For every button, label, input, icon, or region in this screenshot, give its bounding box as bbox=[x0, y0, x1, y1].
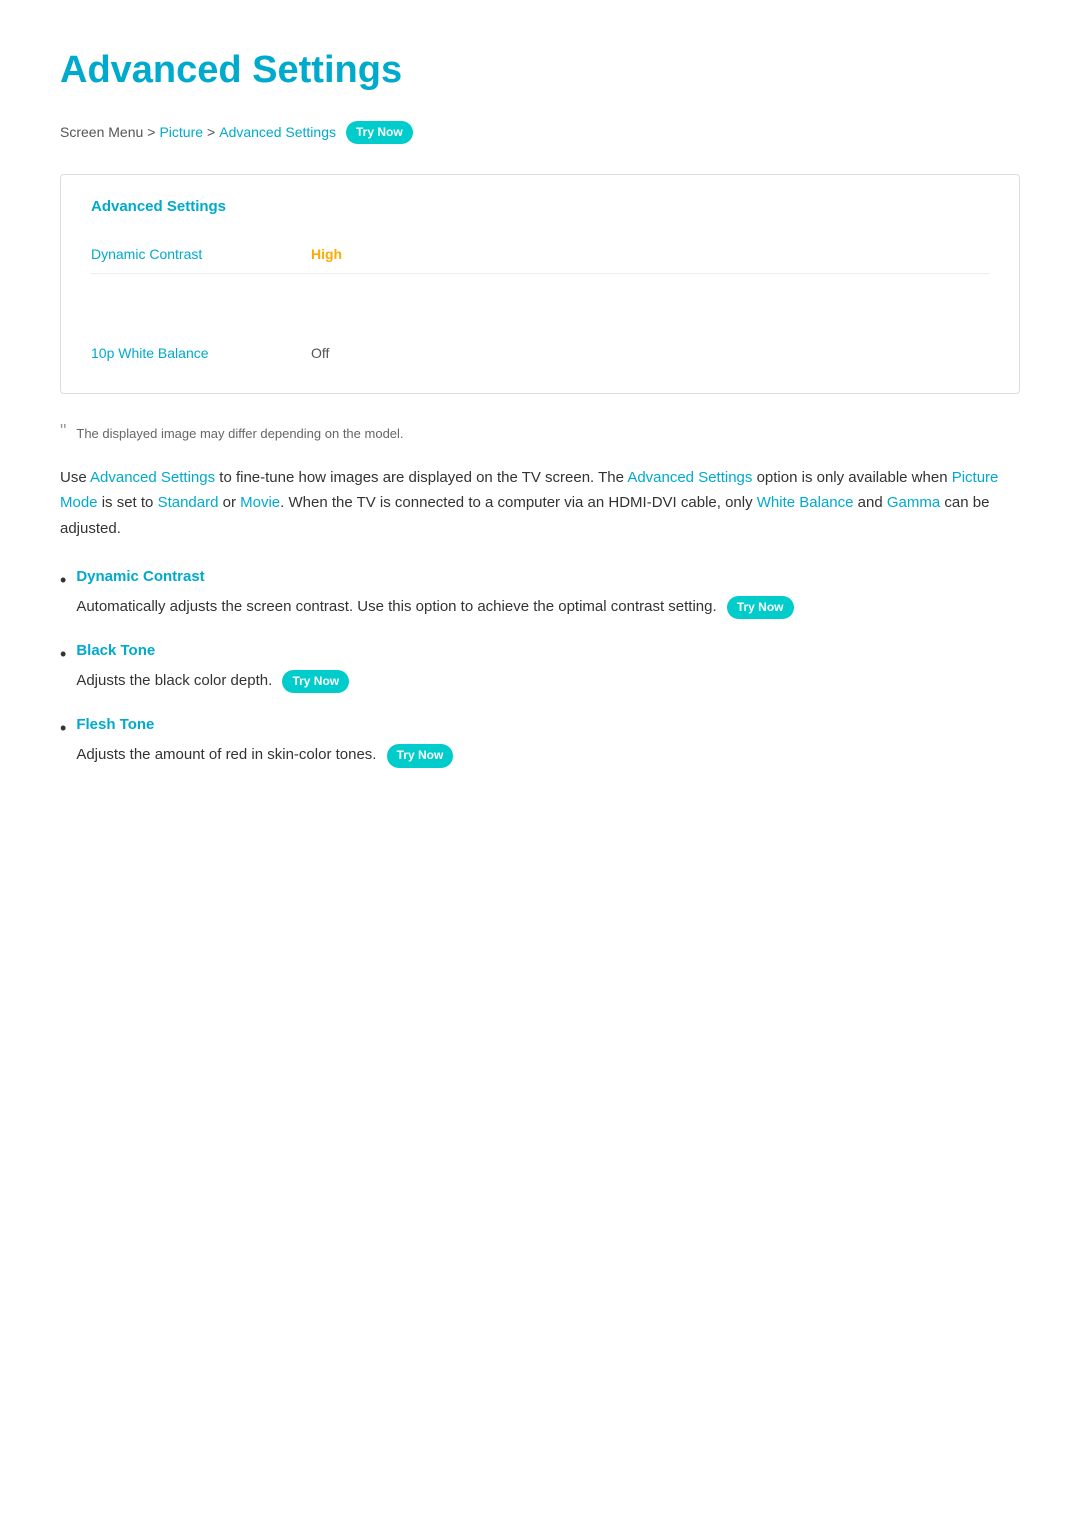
desc-link-advanced-settings-2[interactable]: Advanced Settings bbox=[627, 469, 752, 486]
desc-link-standard[interactable]: Standard bbox=[158, 494, 219, 511]
bullet-desc-dynamic-contrast: Automatically adjusts the screen contras… bbox=[76, 595, 1020, 619]
description-paragraph: Use Advanced Settings to fine-tune how i… bbox=[60, 465, 1020, 542]
bullet-try-now-black-tone[interactable]: Try Now bbox=[282, 670, 349, 693]
breadcrumb-separator-2: > bbox=[207, 121, 215, 143]
desc-text-1: Use bbox=[60, 469, 90, 486]
breadcrumb-screen-menu: Screen Menu bbox=[60, 121, 143, 143]
breadcrumb-advanced-settings-link[interactable]: Advanced Settings bbox=[219, 121, 336, 143]
bullet-dot-1: • bbox=[60, 566, 66, 595]
setting-label-dynamic-contrast: Dynamic Contrast bbox=[91, 243, 311, 265]
bullet-content-dynamic-contrast: Dynamic Contrast Automatically adjusts t… bbox=[76, 565, 1020, 619]
settings-box-title: Advanced Settings bbox=[91, 195, 989, 219]
bullet-item-flesh-tone: • Flesh Tone Adjusts the amount of red i… bbox=[60, 713, 1020, 767]
bullet-title-flesh-tone: Flesh Tone bbox=[76, 713, 1020, 737]
bullet-item-dynamic-contrast: • Dynamic Contrast Automatically adjusts… bbox=[60, 565, 1020, 619]
setting-row-white-balance[interactable]: 10p White Balance Off bbox=[91, 334, 989, 372]
note-line: " The displayed image may differ dependi… bbox=[60, 424, 1020, 445]
desc-text-5: or bbox=[218, 494, 240, 511]
bullet-try-now-dynamic-contrast[interactable]: Try Now bbox=[727, 596, 794, 619]
note-quote-icon: " bbox=[60, 422, 66, 440]
bullet-dot-2: • bbox=[60, 640, 66, 669]
breadcrumb-separator-1: > bbox=[147, 121, 155, 143]
setting-value-dynamic-contrast: High bbox=[311, 243, 342, 265]
bullet-try-now-flesh-tone[interactable]: Try Now bbox=[387, 744, 454, 767]
bullet-desc-black-tone: Adjusts the black color depth. Try Now bbox=[76, 669, 1020, 693]
bullet-content-flesh-tone: Flesh Tone Adjusts the amount of red in … bbox=[76, 713, 1020, 767]
desc-link-movie[interactable]: Movie bbox=[240, 494, 280, 511]
bullet-content-black-tone: Black Tone Adjusts the black color depth… bbox=[76, 639, 1020, 693]
setting-row-dynamic-contrast[interactable]: Dynamic Contrast High bbox=[91, 235, 989, 274]
desc-text-7: and bbox=[853, 494, 886, 511]
bullet-list: • Dynamic Contrast Automatically adjusts… bbox=[60, 565, 1020, 768]
desc-text-2: to fine-tune how images are displayed on… bbox=[215, 469, 627, 486]
bullet-desc-text-dynamic-contrast: Automatically adjusts the screen contras… bbox=[76, 598, 716, 615]
settings-box: Advanced Settings Dynamic Contrast High … bbox=[60, 174, 1020, 394]
bullet-desc-text-flesh-tone: Adjusts the amount of red in skin-color … bbox=[76, 746, 376, 763]
bullet-item-black-tone: • Black Tone Adjusts the black color dep… bbox=[60, 639, 1020, 693]
setting-value-white-balance: Off bbox=[311, 342, 329, 364]
breadcrumb: Screen Menu > Picture > Advanced Setting… bbox=[60, 121, 1020, 144]
desc-text-3: option is only available when bbox=[752, 469, 951, 486]
page-title: Advanced Settings bbox=[60, 40, 1020, 101]
bullet-desc-text-black-tone: Adjusts the black color depth. bbox=[76, 672, 272, 689]
bullet-desc-flesh-tone: Adjusts the amount of red in skin-color … bbox=[76, 743, 1020, 767]
note-text: The displayed image may differ depending… bbox=[76, 424, 403, 445]
desc-text-4: is set to bbox=[98, 494, 158, 511]
desc-link-white-balance[interactable]: White Balance bbox=[757, 494, 854, 511]
bullet-title-black-tone: Black Tone bbox=[76, 639, 1020, 663]
settings-box-spacer bbox=[91, 274, 989, 334]
desc-text-6: . When the TV is connected to a computer… bbox=[280, 494, 757, 511]
bullet-dot-3: • bbox=[60, 714, 66, 743]
setting-label-white-balance: 10p White Balance bbox=[91, 342, 311, 364]
breadcrumb-picture-link[interactable]: Picture bbox=[159, 121, 203, 143]
breadcrumb-try-now-badge[interactable]: Try Now bbox=[346, 121, 413, 144]
bullet-title-dynamic-contrast: Dynamic Contrast bbox=[76, 565, 1020, 589]
desc-link-advanced-settings-1[interactable]: Advanced Settings bbox=[90, 469, 215, 486]
desc-link-gamma[interactable]: Gamma bbox=[887, 494, 940, 511]
